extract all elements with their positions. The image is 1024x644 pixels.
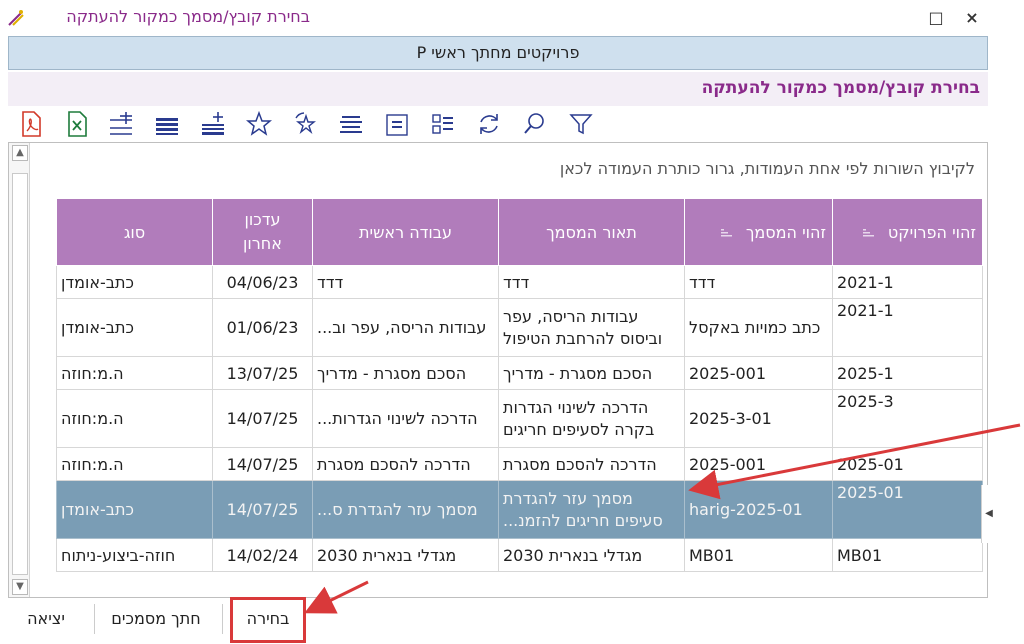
cell-updated: 13/07/25 bbox=[212, 356, 313, 390]
column-header-type[interactable]: סוג bbox=[56, 198, 213, 266]
cell-doc-id: MB01 bbox=[684, 538, 833, 572]
star-refresh-icon[interactable] bbox=[292, 110, 318, 138]
cell-updated: 14/07/25 bbox=[212, 447, 313, 481]
documents-table: זהוי הפרויקט זהוי המסמך תאור המסמך עבודה… bbox=[56, 198, 983, 572]
cell-main-work: דדד bbox=[312, 265, 499, 299]
lines-icon[interactable] bbox=[154, 110, 180, 138]
center-icon[interactable] bbox=[384, 110, 410, 138]
cell-project: 2025-3 bbox=[832, 389, 983, 448]
cell-updated: 14/02/24 bbox=[212, 538, 313, 572]
cell-project: 2021-1 bbox=[832, 265, 983, 299]
column-header-description[interactable]: תאור המסמך bbox=[498, 198, 685, 266]
cell-main-work: הדרכה לשינוי הגדרות... bbox=[312, 389, 499, 448]
documents-grid: ▲ ▼ לקיבוץ השורות לפי אחת העמודות, גרור … bbox=[8, 142, 996, 598]
cell-updated: 14/07/25 bbox=[212, 389, 313, 448]
star-icon[interactable] bbox=[246, 110, 272, 138]
align-icon[interactable] bbox=[338, 110, 364, 138]
cell-project: 2021-1 bbox=[832, 298, 983, 357]
cell-updated: 14/07/25 bbox=[212, 480, 313, 539]
maximize-icon[interactable]: □ bbox=[922, 6, 950, 30]
cell-doc-id: דדד bbox=[684, 265, 833, 299]
cell-project: 2025-1 bbox=[832, 356, 983, 390]
cell-doc-id: 2025-001 bbox=[684, 356, 833, 390]
cell-description: הדרכה להסכם מסגרת bbox=[498, 447, 685, 481]
divider bbox=[222, 604, 223, 634]
column-header-project[interactable]: זהוי הפרויקט bbox=[832, 198, 983, 266]
table-row[interactable]: 2025-01 2025-001 הדרכה להסכם מסגרת הדרכה… bbox=[56, 447, 983, 481]
cell-type: ה.מ:חוזה bbox=[56, 356, 213, 390]
annotation-highlight-box bbox=[230, 597, 306, 643]
column-header-doc-id[interactable]: זהוי המסמך bbox=[684, 198, 833, 266]
cell-updated: 04/06/23 bbox=[212, 265, 313, 299]
table-row[interactable]: 2025-3 2025-3-01 הדרכה לשינוי הגדרות בקר… bbox=[56, 389, 983, 448]
toolbar bbox=[12, 110, 632, 142]
cell-type: חוזה-ביצוע-ניתוח bbox=[56, 538, 213, 572]
cell-main-work: מסמך עזר להגדרת ס... bbox=[312, 480, 499, 539]
table-row[interactable]: 2025-1 2025-001 הסכם מסגרת - מדריך הסכם … bbox=[56, 356, 983, 390]
search-icon[interactable] bbox=[522, 110, 548, 138]
insert-lines-icon[interactable] bbox=[200, 110, 226, 138]
cell-doc-id: 2025-3-01 bbox=[684, 389, 833, 448]
cell-description: הדרכה לשינוי הגדרות בקרה לסעיפים חריגים bbox=[498, 389, 685, 448]
cell-main-work: הדרכה להסכם מסגרת bbox=[312, 447, 499, 481]
cell-project: MB01 bbox=[832, 538, 983, 572]
close-icon[interactable]: × bbox=[958, 6, 986, 30]
refresh-icon[interactable] bbox=[476, 110, 502, 138]
table-row[interactable]: MB01 MB01 מגדלי בנארית 2030 מגדלי בנארית… bbox=[56, 538, 983, 572]
cell-main-work: עבודות הריסה, עפר וב... bbox=[312, 298, 499, 357]
cell-description: עבודות הריסה, עפר וביסוס להרחבת הטיפול bbox=[498, 298, 685, 357]
cell-description: מסמך עזר להגדרת סעיפים חריגים להזמנ... bbox=[498, 480, 685, 539]
cell-doc-id: harig-2025-01 bbox=[684, 480, 833, 539]
cell-type: כתב-אומדן bbox=[56, 265, 213, 299]
table-row[interactable]: 2021-1 כתב כמויות באקסל עבודות הריסה, עפ… bbox=[56, 298, 983, 357]
divider bbox=[94, 604, 95, 634]
cell-type: כתב-אומדן bbox=[56, 480, 213, 539]
cell-project: 2025-01 bbox=[832, 447, 983, 481]
table-row[interactable]: 2021-1 דדד דדד דדד 04/06/23 כתב-אומדן bbox=[56, 265, 983, 299]
cell-project: 2025-01 bbox=[832, 480, 983, 539]
sort-icon bbox=[862, 229, 874, 237]
scroll-up-icon[interactable]: ▲ bbox=[12, 145, 28, 161]
subtitle-bar: בחירת קובץ/מסמך כמקור להעתקה bbox=[8, 72, 988, 106]
window-title: בחירת קובץ/מסמך כמקור להעתקה bbox=[66, 7, 310, 26]
scroll-thumb[interactable] bbox=[12, 173, 28, 575]
page-title: בחירת קובץ/מסמך כמקור להעתקה bbox=[701, 78, 980, 98]
sort-icon bbox=[720, 229, 732, 237]
vertical-scrollbar[interactable]: ▲ ▼ bbox=[9, 143, 30, 597]
cell-description: דדד bbox=[498, 265, 685, 299]
app-logo-icon bbox=[8, 10, 24, 26]
pdf-icon[interactable] bbox=[18, 110, 44, 138]
cell-description: מגדלי בנארית 2030 bbox=[498, 538, 685, 572]
cell-updated: 01/06/23 bbox=[212, 298, 313, 357]
add-row-icon[interactable] bbox=[108, 110, 134, 138]
cut-documents-button[interactable]: חתך מסמכים bbox=[100, 600, 212, 640]
group-by-hint[interactable]: לקיבוץ השורות לפי אחת העמודות, גרור כותר… bbox=[560, 159, 975, 178]
excel-icon[interactable] bbox=[64, 110, 90, 138]
cell-main-work: הסכם מסגרת - מדריך bbox=[312, 356, 499, 390]
list-icon[interactable] bbox=[430, 110, 456, 138]
cell-doc-id: כתב כמויות באקסל bbox=[684, 298, 833, 357]
cell-type: ה.מ:חוזה bbox=[56, 389, 213, 448]
column-header-main-work[interactable]: עבודה ראשית bbox=[312, 198, 499, 266]
window-titlebar: בחירת קובץ/מסמך כמקור להעתקה □ × bbox=[0, 0, 1024, 36]
project-header-bar: פרויקטים מחתך ראשי P bbox=[8, 36, 988, 70]
exit-button[interactable]: יציאה bbox=[14, 600, 78, 640]
cell-type: ה.מ:חוזה bbox=[56, 447, 213, 481]
row-indicator-icon: ◀ bbox=[981, 485, 996, 543]
bottom-action-bar: יציאה חתך מסמכים בחירה bbox=[0, 598, 1024, 644]
column-header-updated[interactable]: עדכון אחרון bbox=[212, 198, 313, 266]
cell-type: כתב-אומדן bbox=[56, 298, 213, 357]
scroll-down-icon[interactable]: ▼ bbox=[12, 579, 28, 595]
filter-icon[interactable] bbox=[568, 110, 594, 138]
cell-doc-id: 2025-001 bbox=[684, 447, 833, 481]
cell-main-work: מגדלי בנארית 2030 bbox=[312, 538, 499, 572]
table-row-selected[interactable]: 2025-01 harig-2025-01 מסמך עזר להגדרת סע… bbox=[56, 480, 983, 539]
cell-description: הסכם מסגרת - מדריך bbox=[498, 356, 685, 390]
